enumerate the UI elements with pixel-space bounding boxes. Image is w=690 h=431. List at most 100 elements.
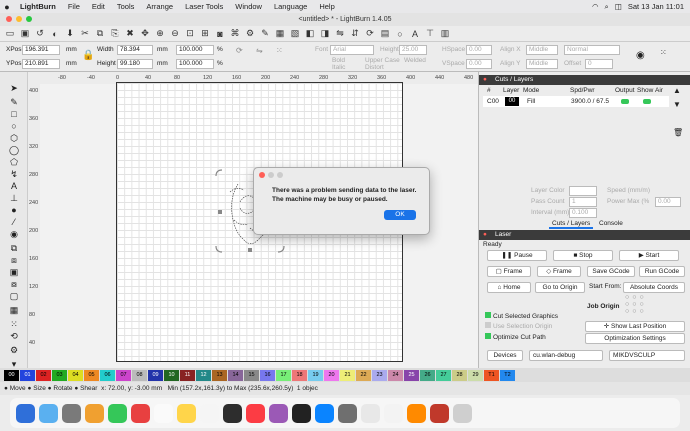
palette-swatch[interactable]: 21 [340,369,355,381]
palette-swatch[interactable]: 03 [52,369,67,381]
menu-tools[interactable]: Tools [111,2,141,11]
power-max-input[interactable]: 0.00 [655,197,681,207]
home-button[interactable]: ⌂ Home [487,282,531,293]
text-height-input[interactable]: 25.00 [399,45,427,55]
ok-button[interactable]: OK [384,210,416,220]
circular-array-icon[interactable]: ⟲ [8,330,20,342]
optimize-cut-path-checkbox[interactable]: Optimize Cut Path [485,333,546,343]
menu-arrange[interactable]: Arrange [140,2,179,11]
dock-app-icon[interactable] [200,403,219,423]
palette-swatch[interactable]: T2 [500,369,515,381]
palette-swatch[interactable]: 29 [468,369,483,381]
pass-count-input[interactable]: 1 [569,197,597,207]
intersect-icon[interactable]: ⧇ [8,278,20,290]
width-percent-input[interactable]: 100.000 [176,45,214,55]
vspace-input[interactable]: 0.00 [466,59,492,69]
measure-tool-icon[interactable]: ● [8,204,20,216]
rotate-icon[interactable]: ⟳ [364,28,376,40]
use-selection-origin-checkbox[interactable]: Use Selection Origin [485,322,552,332]
circle-tool-icon[interactable]: ○ [394,28,406,40]
flip-icon[interactable]: ⇵ [349,28,361,40]
group-icon[interactable]: ▦ [274,28,286,40]
size-radio[interactable]: ● Size [27,385,45,392]
menu-window[interactable]: Window [229,2,268,11]
undo-icon[interactable]: ↺ [34,28,46,40]
palette-swatch[interactable]: 08 [132,369,147,381]
dock-app-icon[interactable] [269,403,288,423]
layer-output-toggle[interactable] [621,99,629,104]
cut-icon[interactable]: ✂ [79,28,91,40]
panel-close-icon[interactable]: ● [483,75,487,85]
text-style-select[interactable]: Normal [564,45,620,55]
hspace-input[interactable]: 0.00 [466,45,492,55]
palette-swatch[interactable]: 26 [420,369,435,381]
zoom-fit-icon[interactable]: ⊡ [184,28,196,40]
palette-swatch[interactable]: 02 [36,369,51,381]
palette-swatch[interactable]: 13 [212,369,227,381]
palette-swatch[interactable]: 22 [356,369,371,381]
text-tool-icon[interactable]: A [8,180,20,192]
rectangle-tool-icon[interactable]: □ [8,108,20,120]
apple-menu-icon[interactable]: ● [0,2,14,12]
rotate-radio[interactable]: ● Rotate [48,385,73,392]
layer-delete-icon[interactable]: 🗑 [673,128,683,137]
font-select[interactable]: Arial [330,45,374,55]
mirror-prop-icon[interactable]: ⇋ [256,46,263,55]
dock-app-icon[interactable] [315,403,334,423]
measure-icon[interactable]: ⊤ [424,28,436,40]
layout-icon[interactable]: ▥ [439,28,451,40]
dock-app-icon[interactable] [154,403,173,423]
dock-app-icon[interactable] [430,403,449,423]
dock-app-icon[interactable] [292,403,311,423]
layer-up-icon[interactable]: ▲ [673,86,681,95]
dock-app-icon[interactable] [108,403,127,423]
palette-swatch[interactable]: 19 [308,369,323,381]
palette-swatch[interactable]: 28 [452,369,467,381]
group-tool-icon[interactable]: ▢ [8,290,20,302]
dock-app-icon[interactable] [39,403,58,423]
palette-swatch[interactable]: 11 [180,369,195,381]
dock-app-icon[interactable] [453,403,472,423]
minimize-window-icon[interactable] [16,16,22,22]
line-tool-icon[interactable]: ↯ [8,168,20,180]
width-input[interactable]: 78.394 [117,45,153,55]
anchor-grid-icon[interactable]: ⁙ [276,46,283,55]
devices-button[interactable]: Devices [487,350,523,361]
frame-button[interactable]: ▢ Frame [487,266,531,277]
dock-app-icon[interactable] [407,403,426,423]
dock-app-icon[interactable] [177,403,196,423]
clock[interactable]: Sat 13 Jan 11:01 [628,2,684,11]
zoom-in-icon[interactable]: ⊕ [154,28,166,40]
dock-app-icon[interactable] [85,403,104,423]
dock-app-icon[interactable] [384,403,403,423]
machine-select[interactable]: MIKDVSCULP [609,350,685,361]
tools-icon[interactable]: ✎ [259,28,271,40]
array-icon[interactable]: ▤ [379,28,391,40]
start-from-select[interactable]: Absolute Coords [623,282,685,293]
alignx-select[interactable]: Middle [526,45,558,55]
dock-app-icon[interactable] [246,403,265,423]
edit-nodes-icon[interactable]: ✎ [8,96,20,108]
circle-tool-icon[interactable]: ◯ [8,144,20,156]
cut-selected-checkbox[interactable]: Cut Selected Graphics [485,312,558,322]
palette-swatch[interactable]: 17 [276,369,291,381]
start-button[interactable]: ▶ Start [619,250,679,261]
trace-image-icon[interactable]: ⌘ [229,28,241,40]
shear-radio[interactable]: ● Shear [74,385,97,392]
delete-icon[interactable]: ✖ [124,28,136,40]
port-select[interactable]: cu.wlan-debug [529,350,603,361]
redo-icon[interactable]: ◐ [49,28,61,40]
menu-laser-tools[interactable]: Laser Tools [179,2,229,11]
dock-app-icon[interactable] [131,403,150,423]
zoom-page-icon[interactable]: ⊞ [199,28,211,40]
palette-swatch[interactable]: 15 [244,369,259,381]
text-tool-icon[interactable]: A [409,28,421,40]
tabs-tool-icon[interactable]: ⁄ [8,216,20,228]
palette-swatch[interactable]: 20 [324,369,339,381]
position-laser-icon[interactable]: ⊥ [8,192,20,204]
palette-swatch[interactable]: 09 [148,369,163,381]
offset-input[interactable]: 0 [585,59,613,69]
palette-swatch[interactable]: 10 [164,369,179,381]
layer-color-swatch[interactable]: 00 [505,97,519,106]
weld-icon[interactable]: ⧉ [8,242,20,254]
